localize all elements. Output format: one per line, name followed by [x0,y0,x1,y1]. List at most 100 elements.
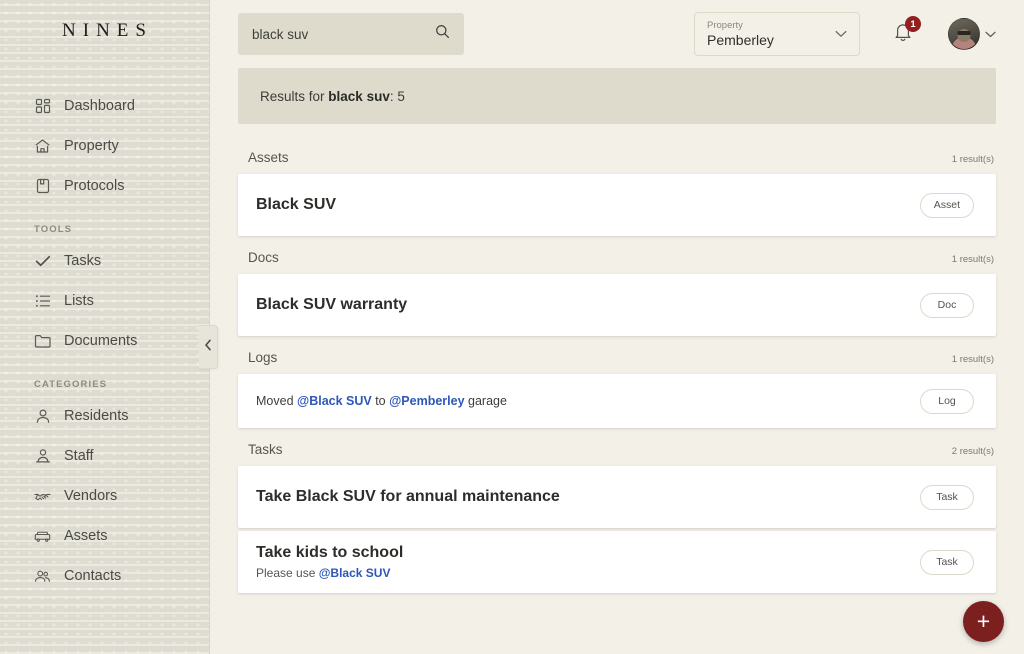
status-badge: Task [920,549,974,575]
handshake-icon [34,488,51,505]
section-count: 1 result(s) [951,154,994,165]
results-section-docs: Docs 1 result(s) Black SUV warranty Doc [238,242,996,336]
card-title: Take Black SUV for annual maintenance [256,488,560,505]
section-count: 2 result(s) [951,446,994,457]
section-count: 1 result(s) [951,354,994,365]
check-icon [34,253,51,270]
brand-name: NINES [62,20,153,41]
section-title: Logs [248,350,278,365]
results-section-tasks: Tasks 2 result(s) Take Black SUV for ann… [238,434,996,593]
home-icon [34,138,51,155]
section-count: 1 result(s) [951,254,994,265]
sidebar-item-label: Dashboard [64,98,135,114]
sidebar-item-assets[interactable]: Assets [0,516,209,556]
sidebar-item-label: Assets [64,528,108,544]
results-section-assets: Assets 1 result(s) Black SUV Asset [238,142,996,236]
user-menu[interactable] [948,18,996,50]
topbar: Property Pemberley 1 [210,0,1024,68]
sidebar-item-label: Property [64,138,119,154]
sidebar-item-protocols[interactable]: Protocols [0,166,209,206]
card-subtitle: Please use @Black SUV [256,566,403,580]
card-body: Take kids to school Please use @Black SU… [256,534,403,590]
result-card[interactable]: Black SUV warranty Doc [238,274,996,336]
sidebar-item-tasks[interactable]: Tasks [0,241,209,281]
text-fragment: Please use [256,566,319,580]
card-body: Black SUV [256,186,336,224]
result-card[interactable]: Black SUV Asset [238,174,996,236]
section-title: Docs [248,250,279,265]
search-box[interactable] [238,13,464,55]
results-prefix: Results for [260,88,325,104]
card-body: Moved @Black SUV to @Pemberley garage [256,384,507,418]
clipboard-icon [34,178,51,195]
sidebar-item-lists[interactable]: Lists [0,281,209,321]
sidebar-item-label: Staff [64,448,94,464]
text-fragment: Moved [256,394,297,408]
sidebar-item-label: Lists [64,293,94,309]
avatar-glasses [957,31,971,35]
search-input[interactable] [252,26,435,42]
results-section-logs: Logs 1 result(s) Moved @Black SUV to @Pe… [238,342,996,428]
text-fragment: garage [464,394,507,408]
sidebar-item-label: Residents [64,408,129,424]
sidebar-nav: Dashboard Property Protocols TOOLS Tasks… [0,62,209,596]
section-header: Logs 1 result(s) [238,342,996,374]
mention-link[interactable]: @Black SUV [297,394,372,408]
property-value: Pemberley [707,31,774,48]
search-results-content: Results for black suv: 5 Assets 1 result… [210,68,1024,593]
section-header: Docs 1 result(s) [238,242,996,274]
status-badge: Asset [919,192,974,218]
property-selector[interactable]: Property Pemberley [694,12,860,56]
notifications-button[interactable]: 1 [888,16,921,50]
add-button[interactable]: + [963,601,1004,642]
results-banner: Results for black suv: 5 [238,68,996,124]
status-badge: Task [920,484,974,510]
log-text: Moved @Black SUV to @Pemberley garage [256,394,507,408]
result-card[interactable]: Moved @Black SUV to @Pemberley garage Lo… [238,374,996,428]
property-labels: Property Pemberley [707,20,829,49]
sidebar-item-property[interactable]: Property [0,126,209,166]
sidebar-item-residents[interactable]: Residents [0,396,209,436]
sidebar-item-contacts[interactable]: Contacts [0,556,209,596]
sidebar-item-documents[interactable]: Documents [0,321,209,361]
main-area: Property Pemberley 1 [210,0,1024,654]
sidebar-item-label: Protocols [64,178,125,194]
section-header: Assets 1 result(s) [238,142,996,174]
sidebar-item-vendors[interactable]: Vendors [0,476,209,516]
list-icon [34,293,51,310]
card-body: Take Black SUV for annual maintenance [256,478,560,516]
sidebar-item-dashboard[interactable]: Dashboard [0,86,209,126]
card-title: Black SUV [256,196,337,213]
card-body: Black SUV warranty [256,286,407,324]
brand-logo[interactable]: NINES [0,0,209,62]
sidebar: NINES Dashboard Property Protocols TOOLS… [0,0,218,654]
status-badge: Log [920,388,974,414]
sidebar-item-label: Tasks [64,253,102,269]
notification-badge: 1 [905,16,921,32]
result-card[interactable]: Take kids to school Please use @Black SU… [238,531,996,593]
sidebar-item-label: Documents [64,333,138,349]
staff-icon [34,448,51,465]
status-badge: Doc [920,292,974,318]
results-query: black suv [328,88,390,104]
sidebar-group-tools: TOOLS [34,224,73,235]
sidebar-item-label: Contacts [64,568,122,584]
mention-link[interactable]: @Black SUV [319,566,391,580]
person-icon [34,408,51,425]
sidebar-collapse-toggle[interactable] [199,325,218,369]
result-card[interactable]: Take Black SUV for annual maintenance Ta… [238,466,996,528]
chevron-down-icon [835,25,847,43]
dashboard-icon [34,98,51,115]
sidebar-item-staff[interactable]: Staff [0,436,209,476]
mention-link[interactable]: @Pemberley [389,394,464,408]
text-fragment: to [371,394,390,408]
car-icon [34,528,51,545]
section-title: Tasks [248,442,283,457]
chevron-down-icon [985,25,996,43]
search-icon[interactable] [435,24,450,44]
sidebar-group-categories: CATEGORIES [34,379,108,390]
results-suffix: : 5 [389,88,405,104]
plus-icon: + [976,608,991,634]
section-title: Assets [248,150,289,165]
folder-icon [34,333,51,350]
